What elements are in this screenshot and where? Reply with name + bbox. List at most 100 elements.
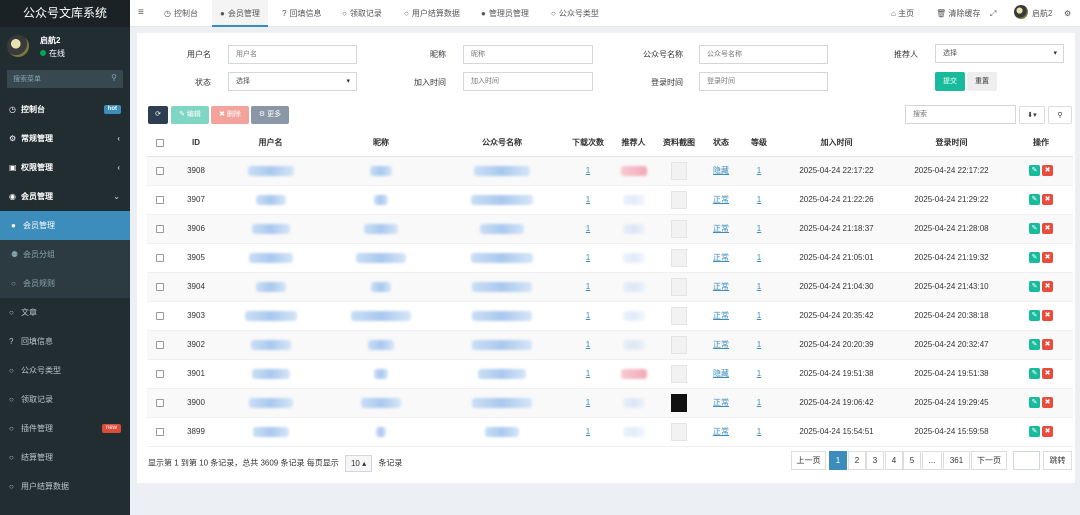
col-jointime[interactable]: 加入时间 — [779, 129, 894, 157]
cell-downloads[interactable]: 1 — [564, 272, 612, 302]
col-id[interactable]: ID — [173, 129, 219, 157]
table-row[interactable]: 3899 1 正常 1 2025-04-24 15:54:51 2025-04-24 15… — [147, 417, 1073, 447]
table-row[interactable]: 3908 1 隐藏 1 2025-04-24 22:17:22 2025-04-24 22… — [147, 156, 1073, 186]
cell-downloads[interactable]: 1 — [564, 156, 612, 186]
sidebar-item-member-group[interactable]: ⚉ 会员分组 — [0, 240, 130, 269]
home-link[interactable]: ⌂ 主页 — [891, 0, 914, 27]
table-row[interactable]: 3905 1 正常 1 2025-04-24 21:05:01 2025-04-24 21… — [147, 243, 1073, 273]
row-delete-button[interactable]: ✖ — [1042, 281, 1053, 292]
cell-status[interactable]: 正常 — [703, 214, 739, 244]
cell-screenshot[interactable] — [655, 156, 703, 186]
cell-downloads[interactable]: 1 — [564, 214, 612, 244]
row-edit-button[interactable]: ✎ — [1029, 223, 1040, 234]
username-input[interactable] — [228, 45, 357, 64]
edit-button[interactable]: ✎ 编辑 — [171, 106, 209, 124]
screenshot-thumbnail[interactable] — [671, 335, 687, 354]
table-row[interactable]: 3904 1 正常 1 2025-04-24 21:04:30 2025-04-24 21… — [147, 272, 1073, 302]
row-edit-button[interactable]: ✎ — [1029, 368, 1040, 379]
delete-button[interactable]: ✖ 删除 — [211, 106, 249, 124]
screenshot-thumbnail[interactable] — [671, 161, 687, 180]
cell-downloads[interactable]: 1 — [564, 417, 612, 447]
sidebar-search-input[interactable] — [7, 70, 123, 88]
row-checkbox[interactable] — [147, 214, 173, 244]
row-delete-button[interactable]: ✖ — [1042, 397, 1053, 408]
row-edit-button[interactable]: ✎ — [1029, 165, 1040, 176]
screenshot-thumbnail[interactable] — [671, 219, 687, 238]
export-button[interactable]: ⬇▾ — [1019, 106, 1045, 124]
logintime-input[interactable] — [699, 72, 828, 91]
row-edit-button[interactable]: ✎ — [1029, 252, 1040, 263]
cell-level[interactable]: 1 — [739, 156, 779, 186]
cell-status[interactable]: 正常 — [703, 243, 739, 273]
tab-dashboard[interactable]: ◷ 控制台 — [164, 0, 198, 27]
cell-downloads[interactable]: 1 — [564, 243, 612, 273]
cell-status[interactable]: 正常 — [703, 388, 739, 418]
cell-level[interactable]: 1 — [739, 417, 779, 447]
row-edit-button[interactable]: ✎ — [1029, 397, 1040, 408]
cell-screenshot[interactable] — [655, 330, 703, 360]
cell-screenshot[interactable] — [655, 214, 703, 244]
sidebar-item-plugin[interactable]: ○ 插件管理 new — [0, 414, 130, 443]
row-checkbox[interactable] — [147, 243, 173, 273]
sidebar-item-general[interactable]: ⚙ 常规管理 ‹ — [0, 124, 130, 153]
tab-receive-record[interactable]: ○ 领取记录 — [342, 0, 382, 27]
row-checkbox[interactable] — [147, 330, 173, 360]
cell-downloads[interactable]: 1 — [564, 185, 612, 215]
more-button[interactable]: ⚙ 更多 — [251, 106, 289, 124]
settings-icon[interactable]: ⚙ — [1064, 0, 1071, 27]
cell-level[interactable]: 1 — [739, 330, 779, 360]
page-5[interactable]: 5 — [903, 451, 921, 470]
cell-screenshot[interactable] — [655, 359, 703, 389]
sidebar-item-user-settlement[interactable]: ○ 用户结算数据 — [0, 472, 130, 501]
search-icon[interactable]: ⚲ — [111, 73, 117, 82]
screenshot-thumbnail[interactable] — [671, 306, 687, 325]
cell-status[interactable]: 隐藏 — [703, 156, 739, 186]
cell-status[interactable]: 隐藏 — [703, 359, 739, 389]
table-row[interactable]: 3900 1 正常 1 2025-04-24 19:06:42 2025-04-24 19… — [147, 388, 1073, 418]
row-edit-button[interactable]: ✎ — [1029, 310, 1040, 321]
row-edit-button[interactable]: ✎ — [1029, 194, 1040, 205]
table-row[interactable]: 3902 1 正常 1 2025-04-24 20:20:39 2025-04-24 20… — [147, 330, 1073, 360]
select-all-checkbox[interactable] — [147, 129, 173, 157]
row-delete-button[interactable]: ✖ — [1042, 252, 1053, 263]
cell-screenshot[interactable] — [655, 301, 703, 331]
row-checkbox[interactable] — [147, 388, 173, 418]
nickname-input[interactable] — [463, 45, 593, 64]
sidebar-item-backfill[interactable]: ? 回填信息 — [0, 327, 130, 356]
sidebar-item-article[interactable]: ○ 文章 — [0, 298, 130, 327]
next-page-button[interactable]: 下一页 — [971, 451, 1007, 470]
cell-screenshot[interactable] — [655, 185, 703, 215]
sidebar-item-settlement[interactable]: ○ 结算管理 — [0, 443, 130, 472]
menu-toggle-icon[interactable]: ≡ — [138, 7, 144, 18]
screenshot-thumbnail[interactable] — [671, 277, 687, 296]
page-size-select[interactable]: 10 ▴ — [344, 455, 373, 472]
cell-status[interactable]: 正常 — [703, 330, 739, 360]
cell-status[interactable]: 正常 — [703, 185, 739, 215]
cell-downloads[interactable]: 1 — [564, 359, 612, 389]
cell-level[interactable]: 1 — [739, 301, 779, 331]
fullscreen-icon[interactable]: ⤢ — [990, 0, 996, 27]
screenshot-thumbnail[interactable] — [671, 393, 687, 412]
row-checkbox[interactable] — [147, 359, 173, 389]
clear-cache-button[interactable]: 🗑 清除缓存 — [936, 0, 980, 27]
col-logintime[interactable]: 登录时间 — [894, 129, 1009, 157]
tab-admin-manage[interactable]: ● 管理员管理 — [481, 0, 529, 27]
tab-user-settlement[interactable]: ○ 用户结算数据 — [404, 0, 460, 27]
page-1[interactable]: 1 — [829, 451, 847, 470]
refresh-button[interactable]: ⟳ — [148, 106, 168, 124]
cell-level[interactable]: 1 — [739, 243, 779, 273]
cell-downloads[interactable]: 1 — [564, 330, 612, 360]
page-361[interactable]: 361 — [943, 451, 970, 470]
row-delete-button[interactable]: ✖ — [1042, 426, 1053, 437]
cell-level[interactable]: 1 — [739, 185, 779, 215]
row-checkbox[interactable] — [147, 156, 173, 186]
cell-screenshot[interactable] — [655, 243, 703, 273]
cell-downloads[interactable]: 1 — [564, 301, 612, 331]
row-checkbox[interactable] — [147, 417, 173, 447]
sidebar-item-member-rule[interactable]: ○ 会员规则 — [0, 269, 130, 298]
row-edit-button[interactable]: ✎ — [1029, 339, 1040, 350]
screenshot-thumbnail[interactable] — [671, 190, 687, 209]
submit-button[interactable]: 提交 — [935, 72, 965, 91]
prev-page-button[interactable]: 上一页 — [791, 451, 826, 470]
status-select[interactable]: 选择 ▾ — [228, 72, 357, 91]
